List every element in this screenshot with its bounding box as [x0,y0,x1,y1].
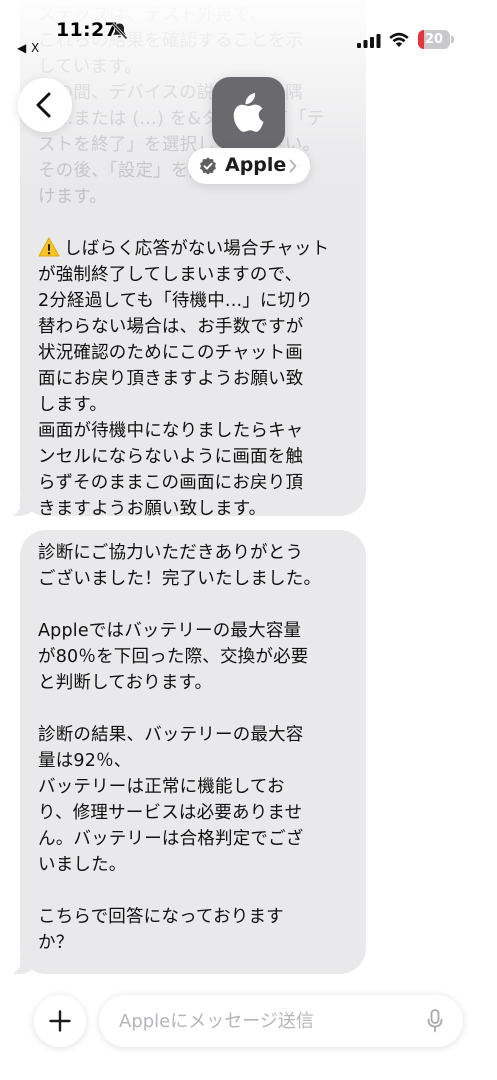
warning-paragraph: しばらく応答がない場合チャット が強制終了してしまいますので、 2分経過しても「… [38,239,330,519]
message-paragraph: こちらで回答になっております か？ [38,907,284,953]
battery-level: 20 [424,32,444,47]
battery-indicator: 20 [418,30,450,49]
message-input[interactable] [119,995,409,1047]
microphone-icon[interactable] [427,1009,443,1033]
contact-avatar[interactable] [212,77,285,150]
message-bubble-incoming[interactable]: ステップは、テスト外見で、 これらの結果を確認することを示 しています。 その間… [2,0,366,519]
contact-name: Apple [225,154,287,176]
message-paragraph: 診断の結果、バッテリーの最大容 量は92％、 バッテリーは正常に機能してお り、… [38,725,304,875]
message-text-warning: しばらく応答がない場合チャット が強制終了してしまいますので、 2分経過しても「… [38,236,348,522]
plus-icon [49,1010,71,1032]
bell-slash-icon [111,22,128,40]
back-to-app[interactable]: ◀ X [17,41,40,55]
cellular-signal-icon [357,34,381,48]
status-time: 11:27 [56,19,118,41]
message-paragraph: Appleではバッテリーの最大容量 が80％を下回った際、交換が必要 と判断して… [38,621,309,693]
apple-logo-icon [233,93,264,132]
verified-badge-icon [200,157,216,175]
back-button[interactable] [18,78,72,132]
chevron-left-icon [36,92,51,118]
message-paragraph: 診断にご協力いただきありがとう ございました！完了いたしました。 [38,543,322,589]
add-attachment-button[interactable] [34,995,86,1047]
chevron-right-icon [289,159,297,173]
warning-icon [38,237,60,257]
wifi-icon [389,32,409,47]
battery-nub [451,36,454,43]
message-bubble-incoming[interactable]: 診断にご協力いただきありがとう ございました！完了いたしました。 Appleでは… [2,530,366,974]
contact-name-button[interactable]: Apple [188,148,310,184]
bottom-safe-area [0,1068,497,1080]
message-input-container[interactable] [99,995,463,1047]
